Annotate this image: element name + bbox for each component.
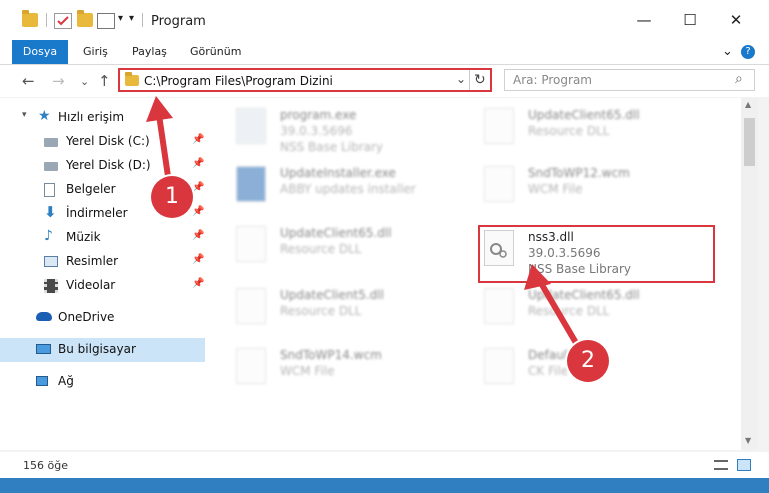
- step-marker-1: 1: [151, 176, 193, 218]
- arrow-1-head: [146, 96, 173, 122]
- step-marker-2: 2: [567, 340, 609, 382]
- annotation-arrows: [146, 96, 589, 362]
- arrow-2-head: [524, 264, 551, 290]
